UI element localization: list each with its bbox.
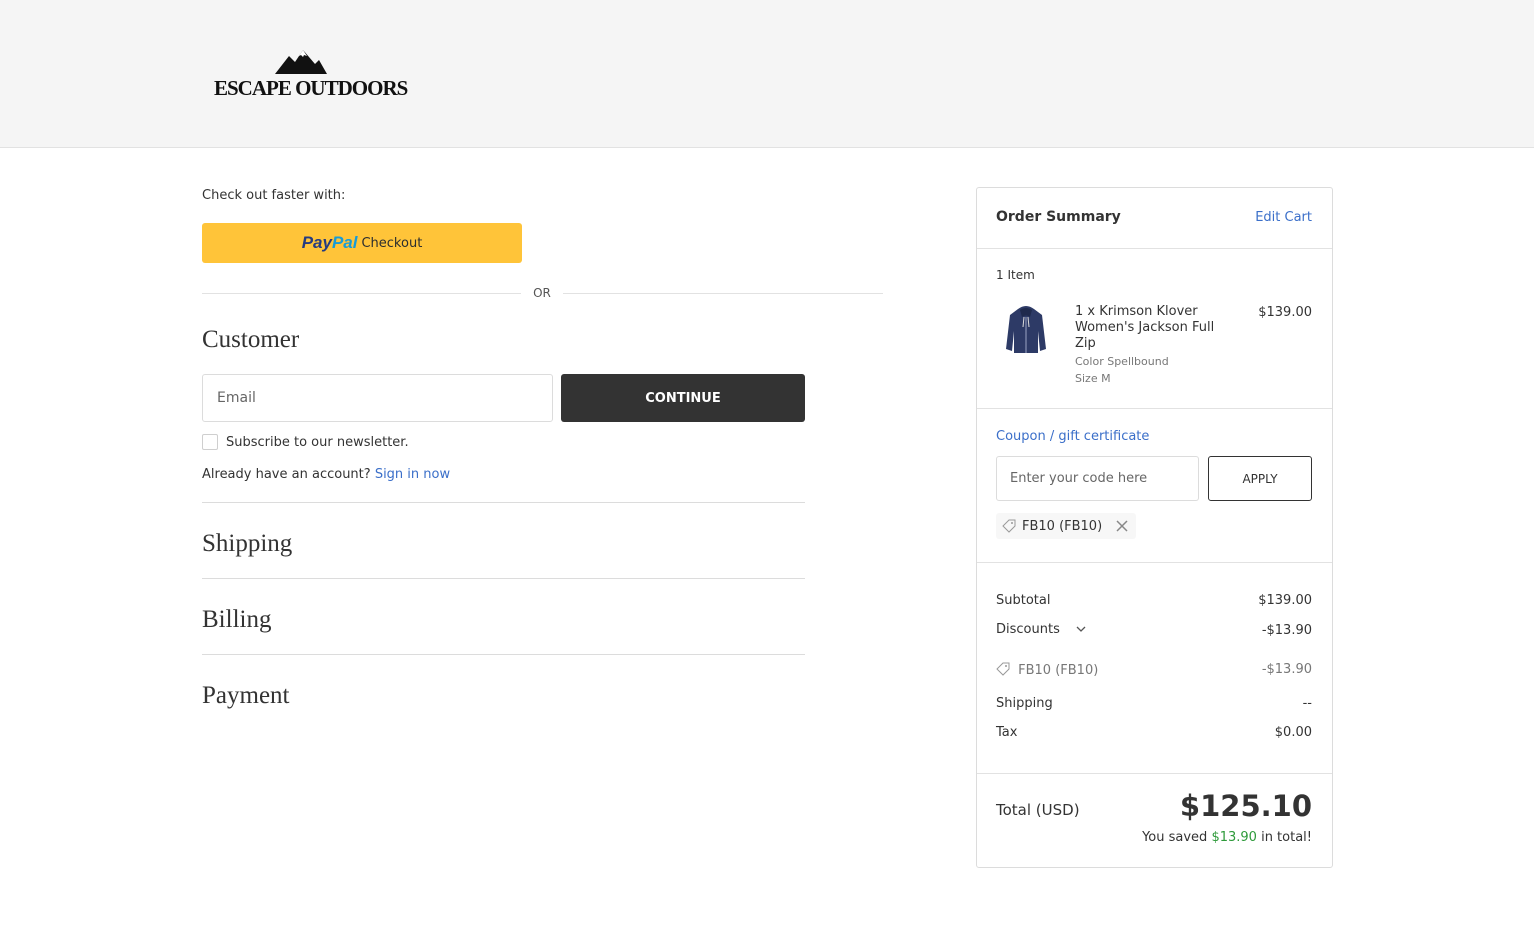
tax-value: $0.00 <box>1274 725 1312 740</box>
product-image <box>996 301 1056 361</box>
order-summary-title: Order Summary <box>996 209 1121 225</box>
saved-prefix: You saved <box>1142 830 1208 845</box>
account-prompt: Already have an account? Sign in now <box>202 467 450 482</box>
or-divider-right <box>563 293 883 294</box>
discount-line: FB10 (FB10) <box>996 662 1098 678</box>
product-price: $139.00 <box>1258 305 1312 320</box>
tag-icon <box>996 662 1010 676</box>
subtotal-value: $139.00 <box>1258 593 1312 608</box>
site-header: ESCAPE OUTDOORS <box>0 0 1534 148</box>
continue-button[interactable]: CONTINUE <box>561 374 805 422</box>
sign-in-link[interactable]: Sign in now <box>375 467 450 482</box>
shipping-label: Shipping <box>996 696 1053 711</box>
checkout-faster-label: Check out faster with: <box>202 188 346 203</box>
or-label: OR <box>533 286 551 300</box>
billing-section-title[interactable]: Billing <box>202 606 271 634</box>
customer-section-title: Customer <box>202 326 300 353</box>
coupon-code-input[interactable] <box>996 456 1199 501</box>
shipping-section-title[interactable]: Shipping <box>202 530 292 558</box>
or-divider-left <box>202 293 521 294</box>
email-field[interactable] <box>202 374 553 422</box>
coupon-toggle-link[interactable]: Coupon / gift certificate <box>996 429 1149 444</box>
remove-coupon-close-icon[interactable] <box>1116 520 1128 532</box>
apply-coupon-button[interactable]: APPLY <box>1208 456 1312 501</box>
escape-outdoors-logo[interactable]: ESCAPE OUTDOORS <box>214 46 408 102</box>
applied-coupon-chip: FB10 (FB10) <box>996 513 1137 539</box>
item-count: 1 Item <box>996 268 1035 282</box>
paypal-pay-text: Pay <box>301 233 332 252</box>
saved-suffix: in total! <box>1261 830 1312 845</box>
summary-divider <box>977 562 1332 563</box>
newsletter-label: Subscribe to our newsletter. <box>226 434 409 450</box>
discounts-toggle[interactable]: Discounts <box>996 622 1086 637</box>
discounts-label: Discounts <box>996 622 1060 637</box>
applied-coupon-code: FB10 (FB10) <box>1022 518 1103 534</box>
summary-divider <box>977 248 1332 249</box>
discounts-value: -$13.90 <box>1261 623 1312 638</box>
section-divider <box>202 502 805 503</box>
mountain-icon <box>275 50 327 74</box>
order-summary-panel: Order Summary Edit Cart 1 Item 1 x Krims… <box>976 187 1333 868</box>
savings-message: You saved $13.90 in total! <box>1142 830 1312 845</box>
section-divider <box>202 578 805 579</box>
summary-divider <box>977 408 1332 409</box>
saved-amount: $13.90 <box>1211 830 1257 845</box>
paypal-checkout-button[interactable]: PayPal Checkout <box>202 223 522 263</box>
edit-cart-link[interactable]: Edit Cart <box>1255 210 1312 225</box>
payment-section-title[interactable]: Payment <box>202 682 290 710</box>
paypal-pal-text: Pal <box>331 233 358 252</box>
product-size: Size M <box>1075 372 1111 385</box>
product-name: 1 x Krimson Klover Women's Jackson Full … <box>1075 304 1215 351</box>
brand-name: ESCAPE OUTDOORS <box>214 76 408 100</box>
newsletter-checkbox[interactable] <box>202 434 218 450</box>
chevron-down-icon[interactable] <box>1076 626 1086 633</box>
tag-icon <box>1002 519 1016 533</box>
paypal-logo: PayPal <box>302 233 358 253</box>
discount-line-label: FB10 (FB10) <box>1018 663 1099 678</box>
discount-line-value: -$13.90 <box>1261 662 1312 677</box>
section-divider <box>202 654 805 655</box>
paypal-checkout-text: Checkout <box>361 235 423 251</box>
subtotal-label: Subtotal <box>996 593 1051 608</box>
total-value: $125.10 <box>1179 789 1312 823</box>
product-color: Color Spellbound <box>1075 355 1169 368</box>
shipping-value: -- <box>1302 696 1312 711</box>
total-label: Total (USD) <box>996 801 1080 819</box>
summary-divider <box>977 773 1332 774</box>
account-prompt-text: Already have an account? <box>202 467 371 482</box>
newsletter-option[interactable]: Subscribe to our newsletter. <box>202 434 409 450</box>
tax-label: Tax <box>996 725 1018 740</box>
hoodie-icon <box>1006 306 1046 353</box>
